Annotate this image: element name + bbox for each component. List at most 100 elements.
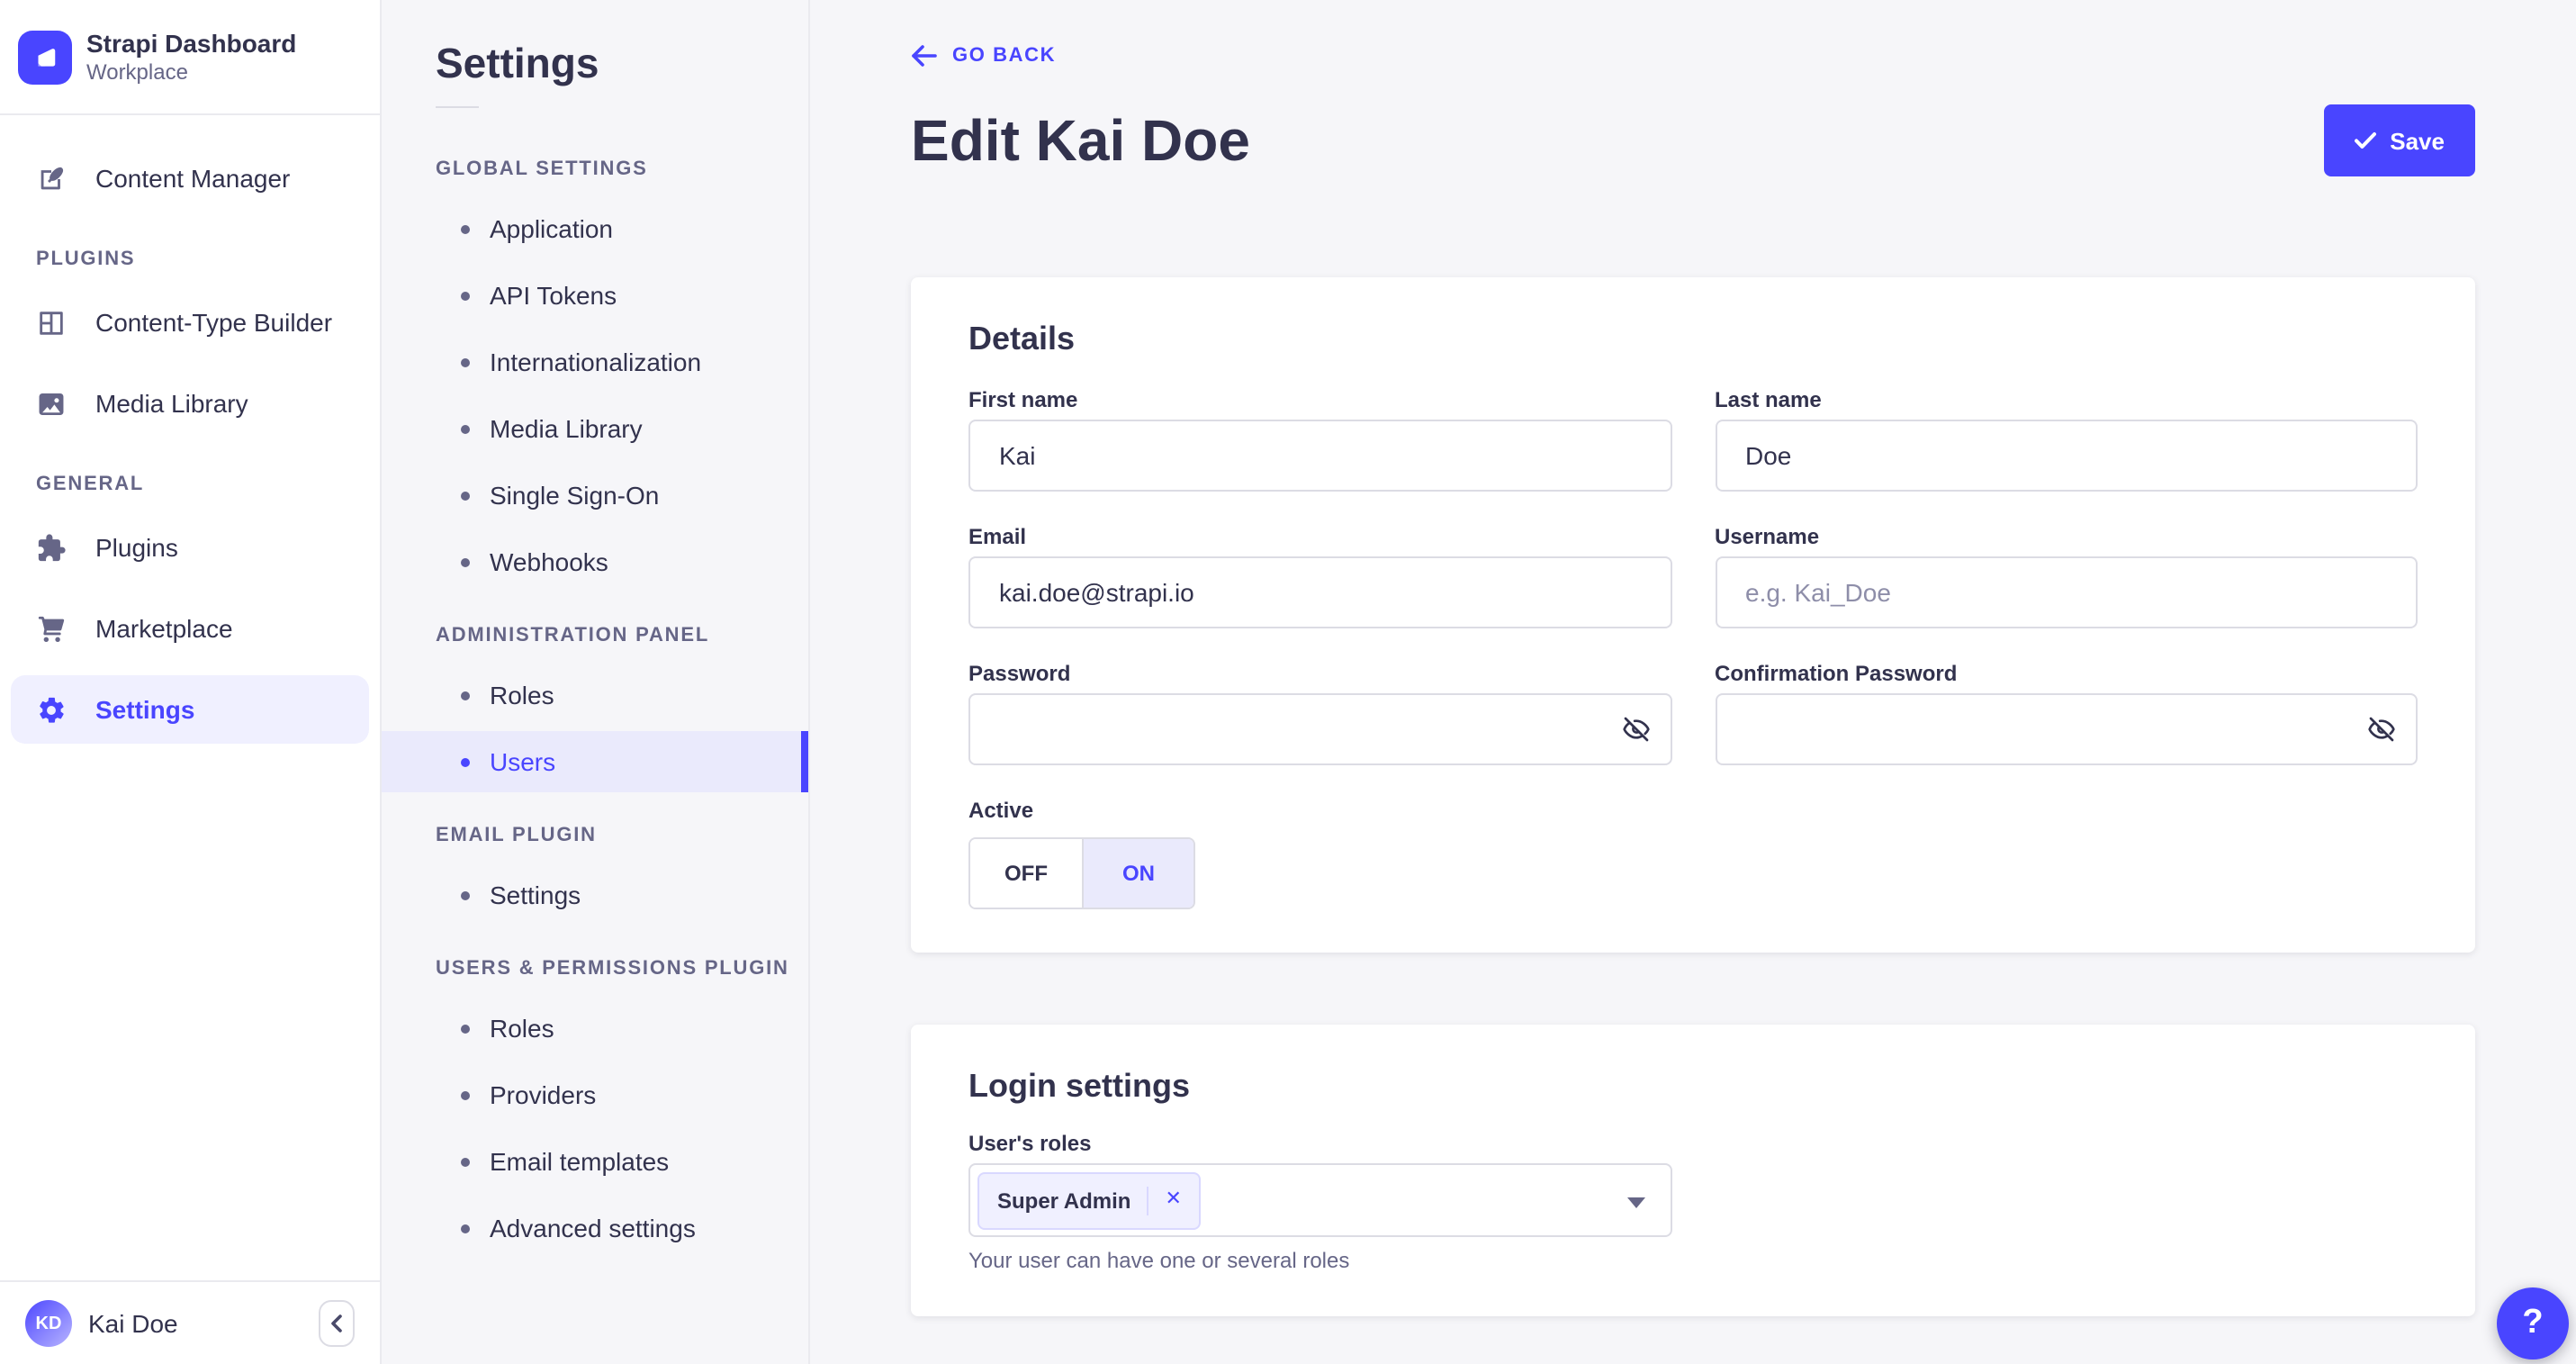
subnav-item-admin-users[interactable]: Users (382, 731, 808, 792)
page-header: Edit Kai Doe Save (911, 104, 2475, 176)
avatar[interactable]: KD (25, 1300, 72, 1347)
subnav-section-header: EMAIL PLUGIN (436, 825, 597, 846)
subnav-item-up-email-templates[interactable]: Email templates (382, 1131, 808, 1192)
chevron-left-icon (329, 1314, 344, 1332)
sidebar-item-content-type-builder[interactable]: Content-Type Builder (11, 288, 369, 357)
sidebar-section-general: GENERAL (36, 474, 145, 495)
subnav-item-up-providers[interactable]: Providers (382, 1064, 808, 1125)
details-form: First name Last name Email (968, 387, 2418, 909)
main-sidebar: Strapi Dashboard Workplace Content Manag… (0, 0, 382, 1364)
confirm-password-field[interactable] (1715, 693, 2418, 765)
sidebar-item-settings[interactable]: Settings (11, 675, 369, 744)
confirm-password-label: Confirmation Password (1715, 661, 1958, 686)
go-back-label: GO BACK (952, 45, 1057, 67)
roles-field-group: User's roles Super Admin ✕ Your user can… (968, 1131, 1671, 1273)
strapi-logo-icon (18, 30, 72, 84)
password-field[interactable] (968, 693, 1671, 765)
email-field[interactable] (968, 556, 1671, 628)
layout-icon (34, 306, 67, 339)
active-toggle-on[interactable]: ON (1082, 839, 1193, 908)
remove-role-icon[interactable]: ✕ (1165, 1189, 1181, 1210)
save-button-label: Save (2390, 127, 2445, 154)
email-field-group: Email (968, 524, 1671, 628)
details-card: Details First name Last name Email (911, 277, 2475, 953)
gear-icon (34, 693, 67, 726)
last-name-field[interactable] (1715, 420, 2418, 492)
subnav-sections: GLOBAL SETTINGS Application API Tokens I… (382, 158, 808, 1259)
bullet-icon (461, 491, 470, 500)
active-toggle: OFF ON (968, 837, 1195, 909)
subnav-item-label: Providers (490, 1080, 597, 1109)
subnav-section-users-permissions-plugin: USERS & PERMISSIONS PLUGIN Roles Provide… (382, 958, 808, 1259)
bullet-icon (461, 1157, 470, 1166)
main-nav: Content Manager PLUGINS Content-Type Bui… (0, 115, 380, 744)
details-card-title: Details (968, 321, 1076, 357)
username-label: Username (1715, 524, 1820, 549)
subnav-item-up-advanced-settings[interactable]: Advanced settings (382, 1197, 808, 1259)
subnav-item-api-tokens[interactable]: API Tokens (382, 265, 808, 326)
login-settings-form: User's roles Super Admin ✕ Your user can… (968, 1131, 2418, 1273)
eye-off-icon[interactable] (1621, 715, 1650, 744)
bullet-icon (461, 1224, 470, 1233)
email-label: Email (968, 524, 1027, 549)
first-name-label: First name (968, 387, 1078, 412)
question-mark-icon: ? (2522, 1304, 2544, 1341)
eye-off-icon[interactable] (2367, 715, 2396, 744)
sidebar-item-marketplace[interactable]: Marketplace (11, 594, 369, 663)
sidebar-item-plugins[interactable]: Plugins (11, 513, 369, 582)
confirm-password-field-group: Confirmation Password (1715, 661, 2418, 765)
roles-helper-text: Your user can have one or several roles (968, 1248, 1350, 1273)
user-name: Kai Doe (88, 1309, 178, 1338)
bullet-icon (461, 224, 470, 233)
username-field[interactable] (1715, 556, 2418, 628)
subnav-item-up-roles[interactable]: Roles (382, 998, 808, 1059)
tag-divider (1147, 1186, 1149, 1215)
password-label: Password (968, 661, 1071, 686)
subnav-section-administration-panel: ADMINISTRATION PANEL Roles Users (382, 625, 808, 792)
save-button[interactable]: Save (2323, 104, 2475, 176)
workspace-header[interactable]: Strapi Dashboard Workplace (0, 0, 380, 115)
subnav-section-header: USERS & PERMISSIONS PLUGIN (436, 958, 789, 980)
bullet-icon (461, 357, 470, 366)
user-area: KD Kai Doe (0, 1280, 380, 1364)
subnav-item-application[interactable]: Application (382, 198, 808, 259)
last-name-field-group: Last name (1715, 387, 2418, 492)
subnav-item-internationalization[interactable]: Internationalization (382, 331, 808, 393)
help-button[interactable]: ? (2497, 1287, 2569, 1359)
first-name-field[interactable] (968, 420, 1671, 492)
user-roles-select[interactable]: Super Admin ✕ (968, 1163, 1671, 1237)
back-arrow-icon (911, 45, 938, 67)
subnav-item-media-library[interactable]: Media Library (382, 398, 808, 459)
role-tag-super-admin: Super Admin ✕ (977, 1171, 1202, 1229)
login-settings-card: Login settings User's roles Super Admin … (911, 1025, 2475, 1316)
bullet-icon (461, 291, 470, 300)
bullet-icon (461, 1090, 470, 1099)
subnav-section-header: GLOBAL SETTINGS (436, 158, 648, 180)
bullet-icon (461, 691, 470, 700)
page-title: Edit Kai Doe (911, 108, 1250, 173)
check-icon (2354, 131, 2376, 149)
role-tag-label: Super Admin (997, 1188, 1131, 1213)
subnav-item-label: Single Sign-On (490, 481, 660, 510)
subnav-item-admin-roles[interactable]: Roles (382, 664, 808, 726)
sidebar-item-media-library[interactable]: Media Library (11, 369, 369, 438)
sidebar-item-label: Content Manager (95, 164, 291, 193)
strapi-admin-app: Strapi Dashboard Workplace Content Manag… (0, 0, 2576, 1364)
sidebar-section-plugins: PLUGINS (36, 248, 136, 270)
collapse-sidebar-button[interactable] (319, 1300, 355, 1347)
subnav-item-webhooks[interactable]: Webhooks (382, 531, 808, 592)
subnav-item-email-settings[interactable]: Settings (382, 864, 808, 926)
bullet-icon (461, 1024, 470, 1033)
active-field-group: Active OFF ON (968, 798, 1671, 909)
puzzle-icon (34, 531, 67, 564)
cart-icon (34, 612, 67, 645)
active-toggle-off[interactable]: OFF (970, 839, 1082, 908)
sidebar-item-label: Plugins (95, 533, 178, 562)
sidebar-item-label: Media Library (95, 389, 248, 418)
subnav-item-label: Media Library (490, 414, 643, 443)
subnav-item-label: Application (490, 214, 613, 243)
subnav-item-single-sign-on[interactable]: Single Sign-On (382, 465, 808, 526)
sidebar-item-content-manager[interactable]: Content Manager (11, 144, 369, 212)
go-back-link[interactable]: GO BACK (911, 45, 1056, 67)
app-title: Strapi Dashboard (86, 28, 297, 57)
